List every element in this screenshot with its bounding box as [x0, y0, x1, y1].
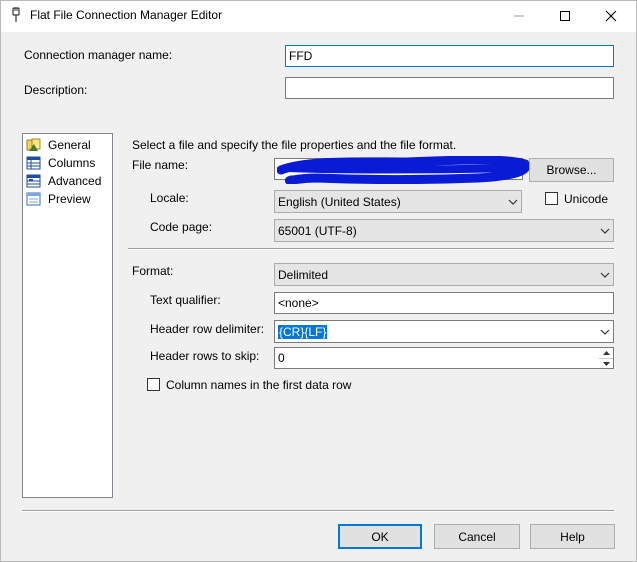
code-page-select[interactable]: 65001 (UTF-8) [274, 219, 614, 242]
close-button[interactable] [588, 0, 634, 32]
close-icon [605, 10, 617, 22]
nav-item-label: General [48, 138, 91, 152]
code-page-value: 65001 (UTF-8) [278, 223, 357, 238]
maximize-button[interactable] [542, 0, 588, 32]
connection-name-label: Connection manager name: [24, 48, 173, 62]
format-value: Delimited [278, 267, 329, 282]
chevron-down-icon [597, 264, 613, 285]
nav-item-label: Advanced [48, 174, 102, 188]
help-button[interactable]: Help [530, 524, 615, 549]
redaction-scribble [277, 156, 529, 184]
format-select[interactable]: Delimited [274, 263, 614, 286]
text-qualifier-label: Text qualifier: [150, 293, 221, 307]
ok-button[interactable]: OK [338, 524, 422, 549]
chevron-down-icon [505, 191, 521, 212]
nav-item-label: Columns [48, 156, 96, 170]
page-navigation-list: General Columns Advanced Preview [22, 133, 113, 498]
general-icon [26, 138, 41, 151]
description-input[interactable] [285, 77, 614, 99]
nav-item-general[interactable]: General [26, 136, 91, 154]
unicode-label: Unicode [564, 192, 609, 206]
maximize-icon [560, 11, 570, 21]
nav-item-columns[interactable]: Columns [26, 154, 95, 172]
chevron-down-icon [597, 220, 613, 241]
minimize-button[interactable] [496, 0, 542, 32]
stepper-up-icon[interactable] [599, 348, 613, 359]
window-title: Flat File Connection Manager Editor [30, 8, 223, 22]
nav-item-advanced[interactable]: Advanced [26, 172, 101, 190]
connection-name-input[interactable] [285, 45, 614, 67]
chevron-down-icon [597, 321, 613, 342]
column-names-label: Column names in the first data row [166, 378, 352, 392]
nav-item-preview[interactable]: Preview [26, 190, 91, 208]
nav-item-label: Preview [48, 192, 91, 206]
browse-button[interactable]: Browse... [529, 158, 614, 182]
advanced-icon [26, 174, 41, 188]
file-name-label: File name: [132, 158, 189, 172]
header-rows-stepper[interactable] [599, 347, 614, 369]
preview-icon [26, 192, 41, 206]
column-names-checkbox[interactable] [147, 378, 160, 391]
locale-select[interactable]: English (United States) [274, 190, 522, 213]
connection-plug-icon [10, 7, 22, 23]
header-rows-to-skip-label: Header rows to skip: [150, 349, 260, 363]
unicode-checkbox[interactable] [545, 192, 558, 205]
locale-value: English (United States) [278, 194, 401, 209]
code-page-label: Code page: [150, 220, 213, 234]
text-qualifier-input[interactable] [274, 292, 614, 314]
footer-divider [22, 510, 614, 512]
header-row-delimiter-value: {CR}{LF} [278, 324, 328, 339]
minimize-icon [514, 15, 524, 17]
general-intro-text: Select a file and specify the file prope… [132, 138, 457, 152]
format-label: Format: [132, 264, 174, 278]
description-label: Description: [24, 83, 88, 97]
header-row-delimiter-label: Header row delimiter: [150, 322, 265, 336]
locale-label: Locale: [150, 191, 189, 205]
columns-icon [26, 156, 41, 170]
header-row-delimiter-select[interactable]: {CR}{LF} [274, 320, 614, 343]
header-rows-to-skip-input[interactable] [274, 347, 600, 369]
section-divider [128, 248, 614, 250]
cancel-button[interactable]: Cancel [434, 524, 520, 549]
stepper-down-icon[interactable] [599, 359, 613, 369]
